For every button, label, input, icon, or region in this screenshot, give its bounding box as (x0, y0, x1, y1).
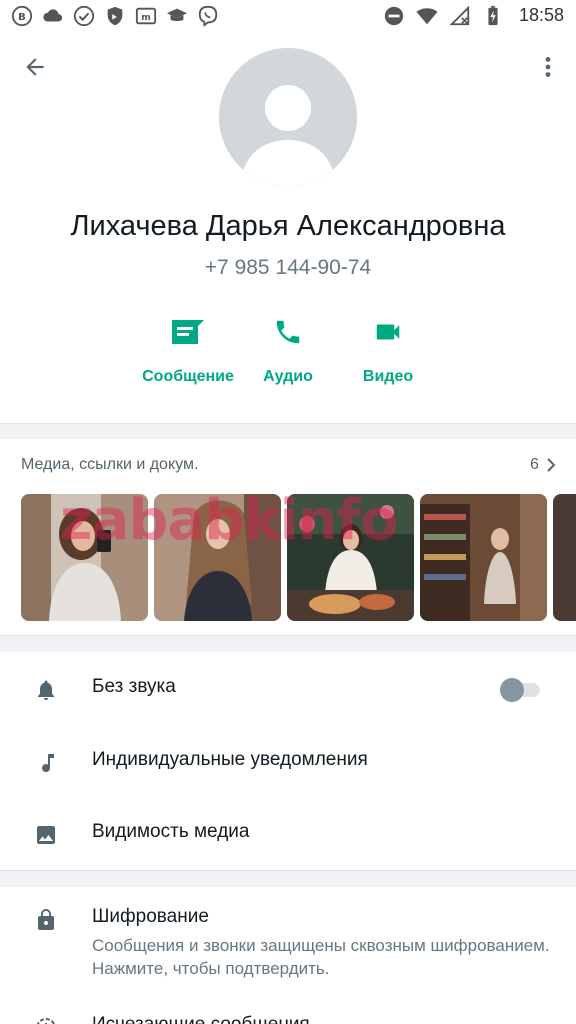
more-options-button[interactable] (533, 52, 563, 82)
music-note-icon (32, 749, 60, 777)
svg-text:m: m (141, 12, 151, 23)
m-box-icon: m (134, 4, 157, 27)
mute-label: Без звука (92, 676, 176, 697)
media-visibility-row[interactable]: Видимость медиа (0, 799, 576, 871)
encryption-title: Шифрование (92, 906, 209, 927)
media-count-value: 6 (530, 456, 539, 473)
media-count[interactable]: 6 (530, 456, 557, 474)
battery-charging-icon (482, 4, 505, 27)
chevron-right-icon (547, 458, 556, 472)
contact-name: Лихачева Дарья Александровна (70, 210, 506, 242)
status-bar-system: 18:58 (383, 4, 564, 27)
default-avatar-icon (219, 48, 357, 186)
arrow-back-icon (26, 58, 44, 76)
custom-notifications-row[interactable]: Индивидуальные уведомления (0, 727, 576, 799)
videocam-icon (368, 312, 408, 352)
svg-text:B: B (18, 12, 26, 23)
section-divider (0, 423, 576, 439)
media-thumbnail[interactable] (287, 494, 414, 621)
wifi-icon (416, 4, 439, 27)
message-label: Сообщение (142, 368, 234, 385)
bell-icon (32, 676, 60, 704)
no-signal-icon (449, 4, 472, 27)
phone-icon (268, 312, 308, 352)
check-circle-icon (72, 4, 95, 27)
mute-toggle[interactable] (498, 678, 542, 702)
status-bar-notifications: B m (10, 4, 219, 27)
audio-label: Аудио (263, 368, 313, 385)
mute-row[interactable]: Без звука (0, 654, 576, 726)
section-divider (0, 870, 576, 887)
shield-icon (103, 4, 126, 27)
video-call-button[interactable]: Видео (328, 312, 448, 398)
media-visibility-label: Видимость медиа (92, 821, 250, 842)
video-label: Видео (362, 368, 414, 385)
media-thumbnail[interactable] (553, 494, 576, 621)
custom-notifications-label: Индивидуальные уведомления (92, 749, 368, 770)
viber-icon (196, 4, 219, 27)
encryption-row[interactable]: Шифрование Сообщения и звонки защищены с… (0, 890, 576, 990)
encryption-subtitle: Сообщения и звонки защищены сквозным шиф… (92, 936, 550, 978)
timer-icon (32, 1014, 60, 1024)
lock-icon (32, 906, 60, 934)
media-thumbnail[interactable] (21, 494, 148, 621)
media-thumbnail[interactable] (154, 494, 281, 621)
disappearing-messages-row[interactable]: Исчезающие сообщения (0, 996, 576, 1024)
cloud-icon (41, 4, 64, 27)
graduation-cap-icon (165, 4, 188, 27)
image-icon (32, 821, 60, 849)
do-not-disturb-icon (383, 4, 406, 27)
more-vert-icon (545, 57, 551, 77)
message-icon (168, 312, 208, 352)
media-thumbnail[interactable] (420, 494, 547, 621)
status-bar: B m 18:58 (0, 0, 576, 32)
back-button[interactable] (20, 52, 50, 82)
contact-info-screen: B m 18:58 Лихачева Дарья Александровна +… (0, 0, 576, 1024)
section-divider (0, 635, 576, 652)
status-time: 18:58 (518, 5, 564, 25)
toggle-knob (500, 678, 524, 702)
vk-icon: B (10, 4, 33, 27)
disappearing-messages-label: Исчезающие сообщения (92, 1014, 310, 1024)
media-section-title[interactable]: Медиа, ссылки и докум. (21, 456, 198, 474)
contact-avatar[interactable] (219, 48, 357, 186)
contact-phone: +7 985 144-90-74 (204, 256, 372, 279)
